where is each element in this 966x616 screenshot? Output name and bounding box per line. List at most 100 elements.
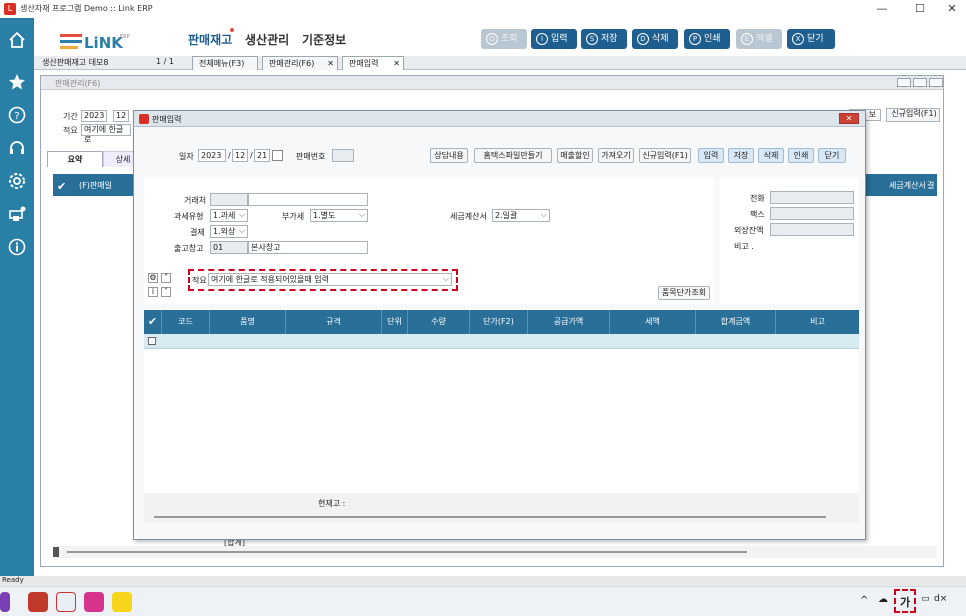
menu-master-data[interactable]: 기준정보: [302, 31, 346, 48]
horizontal-scrollbar[interactable]: [53, 546, 937, 558]
window-titlebar: L 생산자재 프로그램 Demo :: Link ERP — ☐ ✕: [0, 0, 966, 18]
memo-field[interactable]: 여기에 한글로: [81, 124, 131, 144]
office-icon[interactable]: [28, 592, 48, 612]
status-bar: Ready: [0, 576, 966, 586]
phone-field[interactable]: [770, 191, 854, 204]
tab-sales-management[interactable]: 판매관리(F6) ✕: [262, 56, 338, 70]
current-stock-label: 현재고 :: [318, 499, 346, 508]
dialog-close-button[interactable]: ✕: [839, 113, 859, 124]
help-icon[interactable]: ?: [7, 105, 27, 125]
left-sidebar: ?: [0, 18, 34, 576]
grid-check-all-icon[interactable]: ✔: [144, 310, 162, 334]
maximize-button[interactable]: ☐: [906, 0, 934, 18]
excel-button[interactable]: E 엑셀: [736, 29, 782, 49]
dialog-app-icon: [139, 114, 149, 124]
windows-taskbar: ^ ☁ 가 ▭ d×: [0, 586, 966, 616]
tax-type-select[interactable]: 1.과세: [210, 209, 248, 222]
calendar-icon[interactable]: [272, 150, 283, 161]
item-price-lookup-button[interactable]: 품목단가조회: [658, 286, 710, 300]
client-code-field[interactable]: [210, 193, 248, 206]
ime-indicator[interactable]: 가: [900, 594, 910, 610]
link-erp-taskbar-icon[interactable]: [56, 592, 76, 612]
menu-sales-inventory[interactable]: 판매재고: [188, 31, 232, 48]
input-button[interactable]: I 입력: [531, 29, 577, 49]
vat-select[interactable]: 1.별도: [310, 209, 368, 222]
warehouse-name-field[interactable]: 본사창고: [248, 241, 368, 254]
close-tab-icon[interactable]: ✕: [393, 57, 400, 70]
close-toolbar-button[interactable]: X 닫기: [787, 29, 835, 49]
tray-expand-icon[interactable]: ^: [860, 595, 868, 606]
fax-field[interactable]: [770, 207, 854, 220]
new-entry-button[interactable]: 신규입력(F1): [886, 108, 940, 122]
close-tab-icon[interactable]: ✕: [327, 57, 334, 70]
sales-input-dialog: 판매입력 ✕ 일자 2023 / 12 / 21 판매번호 상담내용 홈택스파일…: [133, 110, 866, 540]
delete-button[interactable]: D 삭제: [632, 29, 678, 49]
popup-print-button[interactable]: 인쇄: [788, 148, 814, 163]
popup-save-button[interactable]: 저장: [728, 148, 754, 163]
window-minimize-icon[interactable]: [897, 78, 911, 87]
period-month-field[interactable]: 12: [113, 110, 129, 122]
date-year-field[interactable]: 2023: [198, 149, 226, 162]
row-checkbox[interactable]: [148, 337, 156, 345]
date-month-field[interactable]: 12: [232, 149, 248, 162]
tab-summary[interactable]: 요약: [47, 151, 103, 167]
popup-close-button[interactable]: 닫기: [818, 148, 846, 163]
speaker-muted-icon[interactable]: d×: [934, 594, 947, 604]
balance-field[interactable]: [770, 223, 854, 236]
menu-production[interactable]: 생산관리: [245, 31, 289, 48]
info-icon[interactable]: [7, 237, 27, 257]
hometax-file-button[interactable]: 홈택스파일만들기: [474, 148, 552, 163]
memo-input[interactable]: 여기에 한글로 적용되어있을때 입력: [208, 273, 452, 286]
window-restore-icon[interactable]: [913, 78, 927, 87]
display-icon[interactable]: ▭: [921, 594, 930, 604]
star-icon[interactable]: [7, 72, 27, 92]
chevron-down-icon[interactable]: ˅: [161, 287, 171, 297]
client-name-field[interactable]: [248, 193, 368, 206]
consult-button[interactable]: 상담내용: [430, 148, 468, 163]
onenote-icon[interactable]: [0, 592, 10, 612]
select-all-checkbox-icon[interactable]: ✔: [57, 180, 66, 193]
page-indicator: 1 / 1: [156, 57, 174, 66]
date-day-field[interactable]: 21: [254, 149, 270, 162]
payment-select[interactable]: 1.외상: [210, 225, 248, 238]
print-button[interactable]: P 인쇄: [684, 29, 730, 49]
client-info-panel: 전화 팩스 외상잔액 비고 .: [720, 178, 859, 304]
query-button[interactable]: Q 조회: [481, 29, 527, 49]
media-app-icon[interactable]: [84, 592, 104, 612]
link-erp-logo: LiNK ERP: [58, 26, 138, 52]
kakaotalk-icon[interactable]: [112, 592, 132, 612]
sales-form-panel: 거래처 과세유형 1.과세 부가세 1.별도 세금계산서 2.일괄 결제 1.외…: [144, 178, 714, 304]
save-button[interactable]: S 저장: [581, 29, 627, 49]
app-header: LiNK ERP 판매재고 생산관리 기준정보 Q 조회 I 입력 S 저장 D 삭제 …: [34, 18, 966, 58]
chevron-up-icon[interactable]: ˄: [161, 273, 171, 283]
sale-number-field[interactable]: [332, 149, 354, 162]
tab-all-menu[interactable]: 전체메뉴(F3): [192, 56, 258, 70]
warehouse-code-field[interactable]: 01: [210, 241, 248, 254]
item-grid-body: [144, 349, 859, 493]
minimize-button[interactable]: —: [868, 0, 896, 18]
gear-icon[interactable]: [7, 171, 27, 191]
popup-horizontal-scrollbar[interactable]: [154, 516, 826, 518]
settings-small-icon[interactable]: ⚙: [148, 273, 158, 283]
invoice-select[interactable]: 2.일괄: [492, 209, 550, 222]
item-grid-header: ✔ 코드 품명 규격 단위 수량 단가(F2) 공급가액 세액 합계금액 비고: [144, 310, 859, 334]
company-label: 생산판매재고 데모8: [42, 58, 109, 67]
info-small-icon[interactable]: i: [148, 287, 158, 297]
tab-sales-input[interactable]: 판매입력 ✕: [342, 56, 404, 70]
document-tabs: 생산판매재고 데모8 1 / 1 전체메뉴(F3) 판매관리(F6) ✕ 판매입력…: [34, 56, 966, 70]
import-button[interactable]: 가져오기: [598, 148, 634, 163]
home-icon[interactable]: [7, 30, 27, 50]
printer-settings-icon[interactable]: [7, 204, 27, 224]
popup-delete-button[interactable]: 삭제: [758, 148, 784, 163]
grid-footer: 현재고 :: [144, 493, 859, 523]
new-input-button[interactable]: 신규입력(F1): [639, 148, 691, 163]
popup-input-button[interactable]: 입력: [698, 148, 724, 163]
headset-icon[interactable]: [7, 138, 27, 158]
onedrive-icon[interactable]: ☁: [878, 594, 888, 605]
window-close-icon[interactable]: [929, 78, 943, 87]
svg-text:?: ?: [14, 111, 19, 122]
close-button[interactable]: ✕: [938, 0, 966, 18]
sales-discount-button[interactable]: 매출할인: [557, 148, 593, 163]
period-year-field[interactable]: 2023: [81, 110, 107, 122]
table-row[interactable]: [144, 334, 859, 349]
